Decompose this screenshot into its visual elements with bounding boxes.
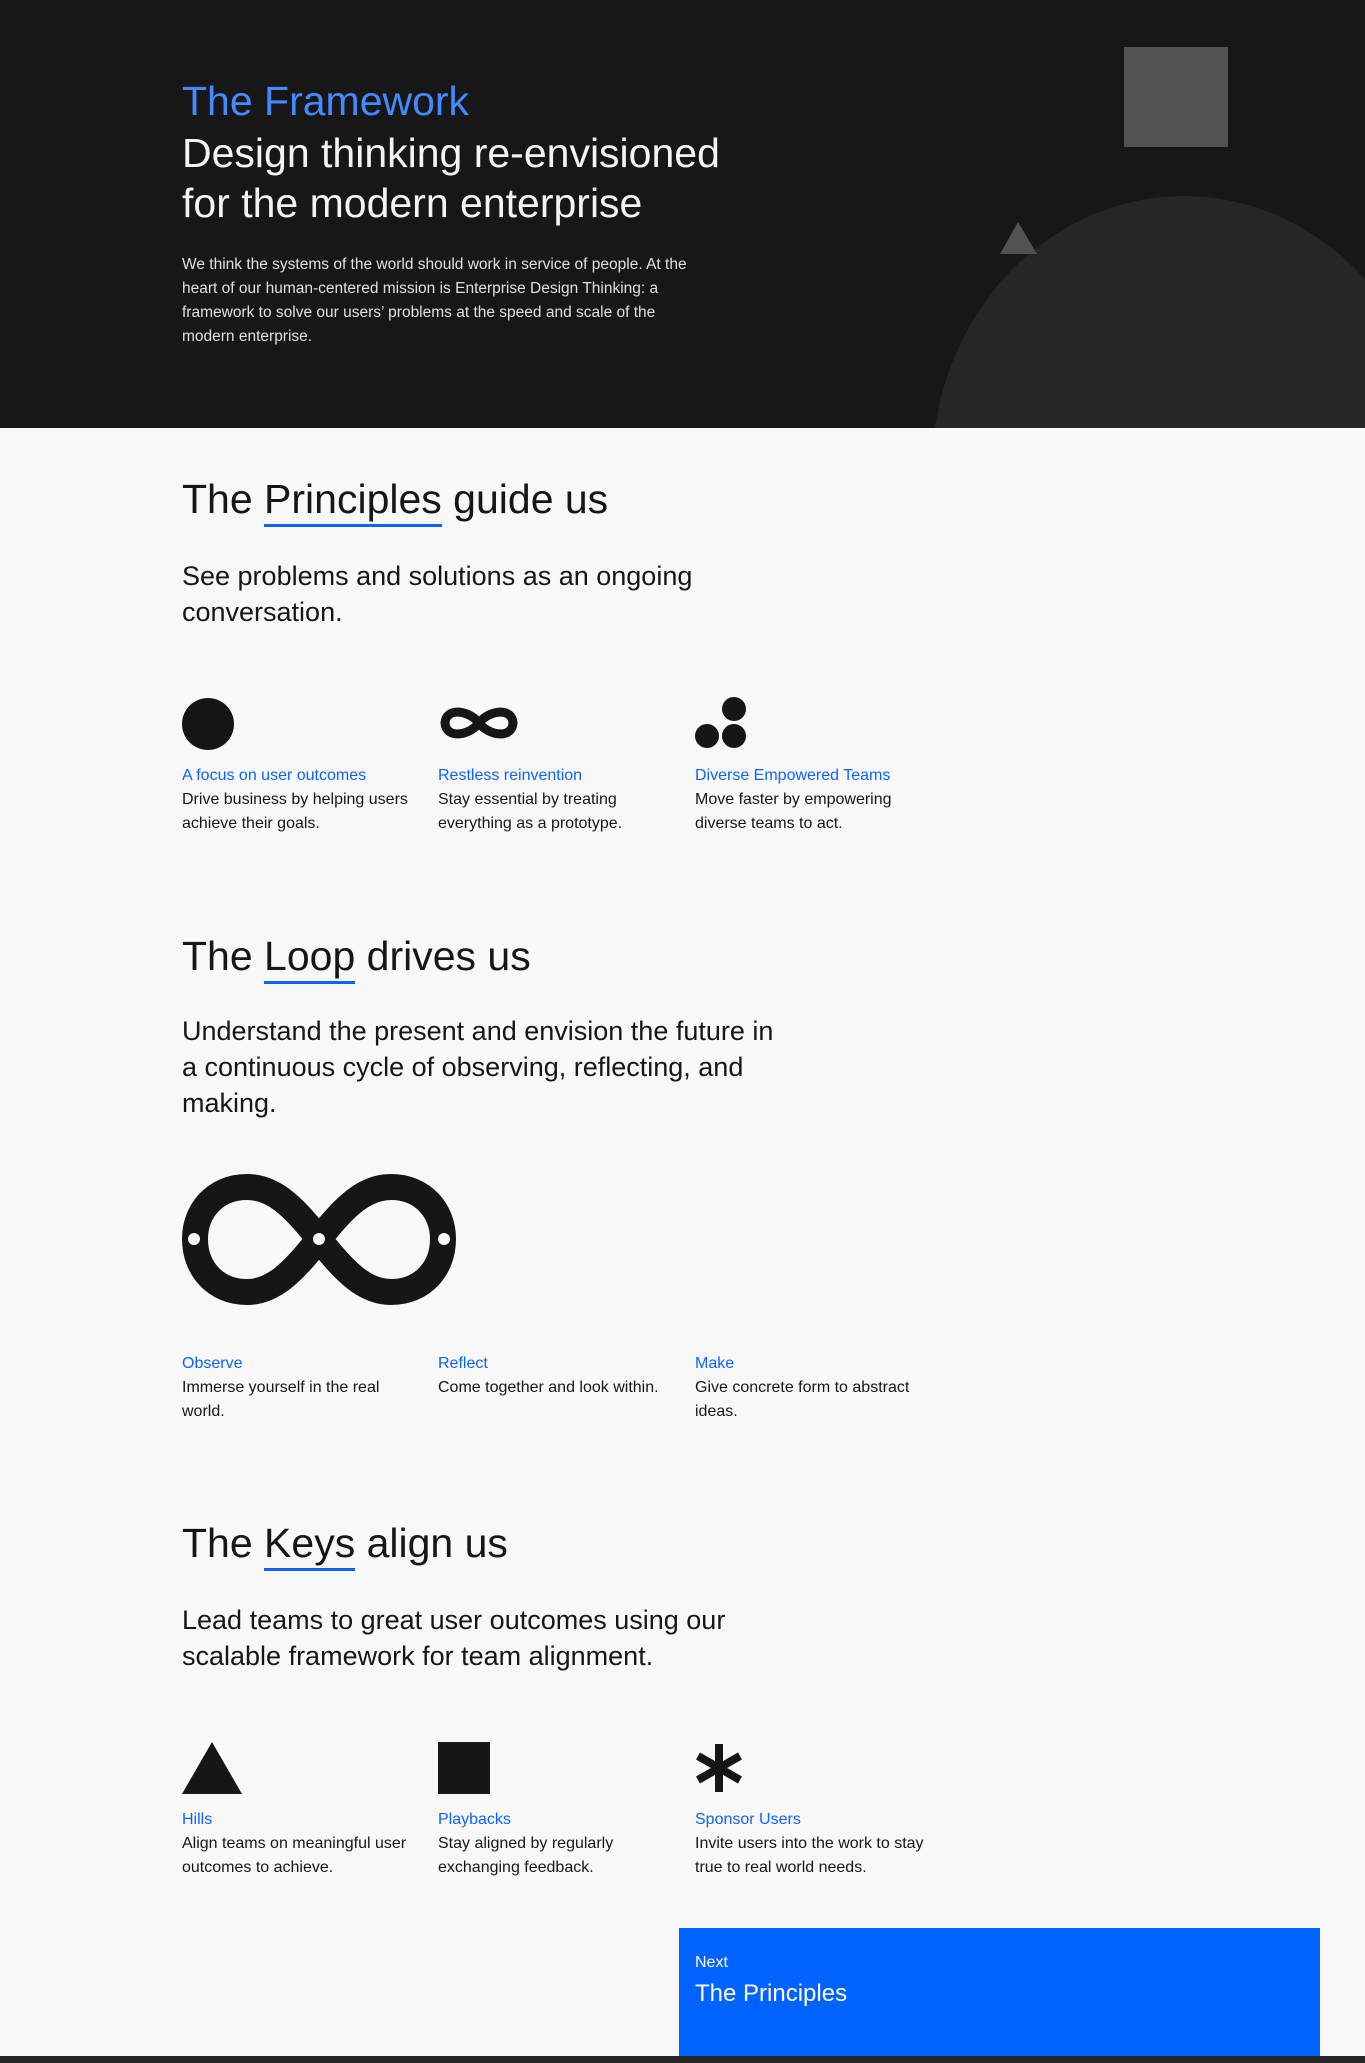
loop-label[interactable]: Observe [182,1352,422,1376]
triangle-icon [182,1742,242,1794]
next-label: Next [695,1954,728,1971]
principle-desc: Stay essential by treating everything as… [438,791,623,832]
keys-subtitle: Lead teams to great user outcomes using … [182,1605,726,1671]
principle-label[interactable]: A focus on user outcomes [182,764,422,788]
loop-item: Observe Immerse yourself in the real worl… [182,1352,422,1424]
loop-desc: Immerse yourself in the real world. [182,1379,380,1420]
infinity-icon [440,707,518,739]
key-label[interactable]: Sponsor Users [695,1808,935,1832]
hero-headline: Design thinking re-envisioned for the mo… [182,128,802,228]
loop-item: Make Give concrete form to abstract ideas… [695,1352,935,1424]
principle-label[interactable]: Restless reinvention [438,764,678,788]
loop-desc: Come together and look within. [438,1379,659,1396]
loop-link[interactable]: Loop [264,933,356,984]
footer-bar [0,2056,1365,2063]
key-item: Playbacks Stay aligned by regularly excha… [438,1808,678,1880]
triangle-shape [1000,222,1037,254]
principle-item: A focus on user outcomes Drive business b… [182,764,422,836]
principles-subtitle: See problems and solutions as an ongoing… [182,561,693,627]
square-icon [438,1742,490,1794]
key-desc: Stay aligned by regularly exchanging fee… [438,1835,614,1876]
key-item: Hills Align teams on meaningful user outc… [182,1808,422,1880]
loop-desc: Give concrete form to abstract ideas. [695,1379,910,1420]
observe-dot [188,1233,200,1245]
loop-infinity-icon [182,1174,456,1305]
loop-item: Reflect Come together and look within. [438,1352,678,1400]
loop-subtitle: Understand the present and envision the … [182,1016,774,1118]
reflect-dot [313,1233,325,1245]
key-item: Sponsor Users Invite users into the work … [695,1808,935,1880]
key-desc: Invite users into the work to stay true … [695,1835,924,1876]
semicircle-shape [935,196,1365,428]
make-dot [438,1233,450,1245]
three-dots-icon [695,697,746,748]
principle-desc: Drive business by helping users achieve … [182,791,408,832]
headline-line: for the modern enterprise [182,180,643,226]
key-desc: Align teams on meaningful user outcomes … [182,1835,407,1876]
asterisk-icon [696,1744,742,1792]
key-label[interactable]: Playbacks [438,1808,678,1832]
circle-icon [182,698,234,750]
principles-title: The Principles guide us [182,476,608,527]
loop-label[interactable]: Reflect [438,1352,678,1376]
hero-intro: We think the systems of the world should… [182,256,687,345]
principle-item: Restless reinvention Stay essential by tr… [438,764,678,836]
hero-banner: The Framework Design thinking re-envisio… [0,0,1365,428]
principle-desc: Move faster by empowering diverse teams … [695,791,892,832]
hero-kicker: The Framework [182,78,470,124]
next-title: The Principles [695,1980,848,2007]
keys-title: The Keys align us [182,1520,508,1571]
principles-link[interactable]: Principles [264,476,442,527]
principle-item: Diverse Empowered Teams Move faster by em… [695,764,935,836]
loop-label[interactable]: Make [695,1352,935,1376]
principle-label[interactable]: Diverse Empowered Teams [695,764,935,788]
square-shape [1124,47,1228,147]
keys-link[interactable]: Keys [264,1520,356,1571]
key-label[interactable]: Hills [182,1808,422,1832]
loop-title: The Loop drives us [182,933,531,984]
next-page-button[interactable]: Next The Principles [679,1928,1320,2058]
headline-line: Design thinking re-envisioned [182,130,720,176]
